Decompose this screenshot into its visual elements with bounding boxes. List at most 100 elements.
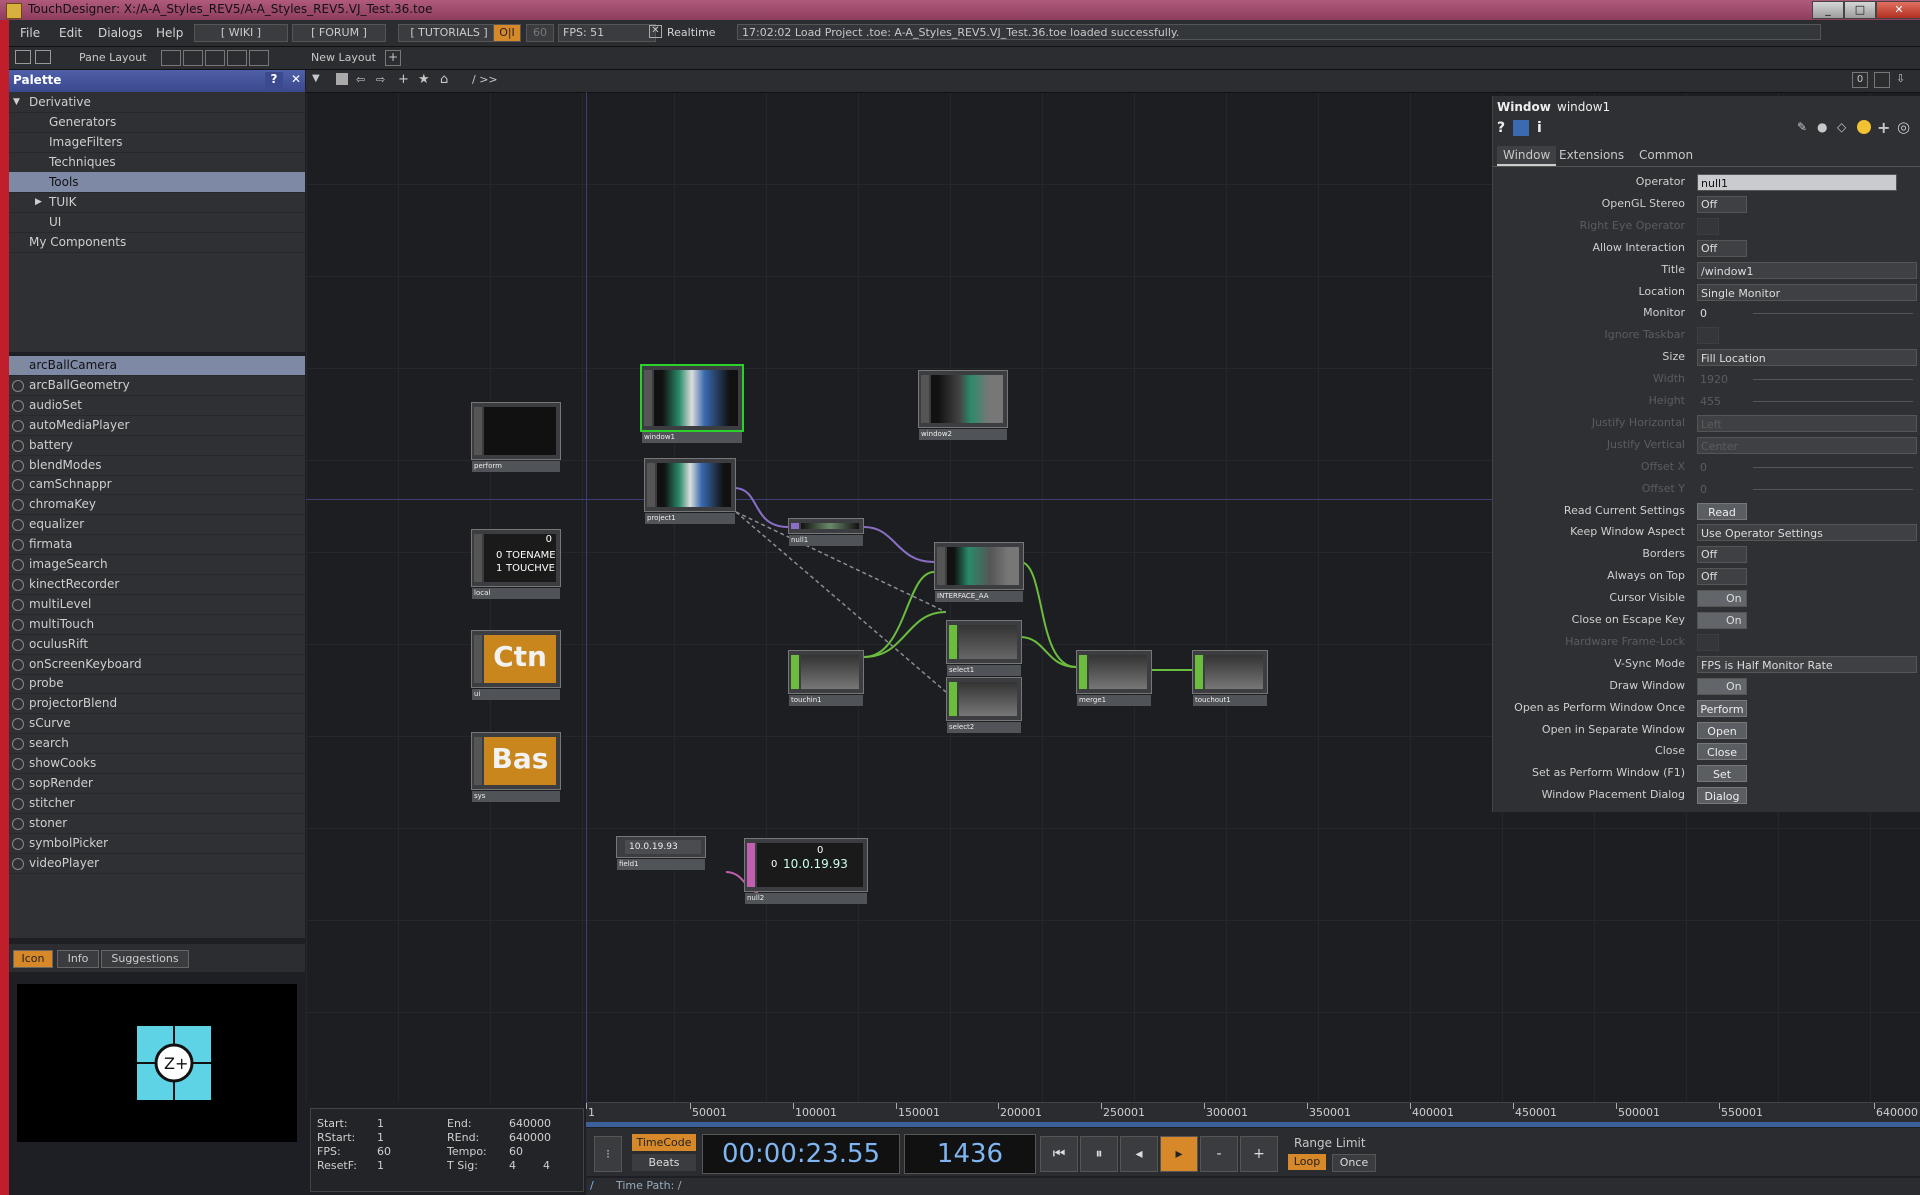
param-toggle[interactable]: On	[1697, 677, 1747, 695]
tab-window[interactable]: Window	[1497, 146, 1557, 166]
slider-track[interactable]	[1753, 401, 1913, 402]
param-toggle[interactable]: Off	[1697, 546, 1747, 564]
once-button[interactable]: Once	[1332, 1154, 1376, 1172]
param-menu[interactable]: Fill Location	[1697, 349, 1917, 367]
tree-item-generators[interactable]: Generators	[9, 112, 305, 133]
palette-item[interactable]: stoner	[9, 814, 305, 834]
menu-edit[interactable]: Edit	[59, 26, 82, 40]
palette-item[interactable]: oculusRift	[9, 635, 305, 655]
plus-icon[interactable]: +	[1240, 1136, 1278, 1172]
node-window1[interactable]: window1	[640, 364, 744, 443]
back-icon[interactable]: ⇦	[356, 73, 365, 86]
param-button[interactable]: Open	[1697, 721, 1747, 739]
param-button[interactable]: Dialog	[1697, 787, 1747, 805]
star-icon[interactable]: ★	[418, 72, 430, 87]
add-icon[interactable]: +	[398, 72, 409, 87]
palette-item[interactable]: probe	[9, 674, 305, 695]
network-path[interactable]: / >>	[472, 73, 498, 86]
layout-quad-icon[interactable]	[249, 50, 269, 66]
timecode-display[interactable]: 00:00:23.55	[702, 1134, 900, 1174]
param-menu[interactable]: Single Monitor	[1697, 283, 1917, 301]
layout-split-h-icon[interactable]	[205, 50, 225, 66]
pencil-icon[interactable]: ✎	[1797, 120, 1807, 134]
param-button[interactable]: Close	[1697, 743, 1747, 761]
minus-icon[interactable]: -	[1200, 1136, 1238, 1172]
param-slider-value[interactable]: 0	[1697, 305, 1747, 322]
python-help-icon[interactable]	[1513, 120, 1529, 136]
minimize-button[interactable]: _	[1812, 1, 1844, 19]
beats-mode-button[interactable]: Beats	[632, 1154, 696, 1171]
palette-item[interactable]: projectorBlend	[9, 694, 305, 715]
add-layout-icon[interactable]: +	[385, 50, 401, 66]
help-icon[interactable]: ?	[1497, 120, 1505, 136]
palette-item[interactable]: kinectRecorder	[9, 575, 305, 595]
palette-item[interactable]: imageSearch	[9, 555, 305, 575]
maximize-pane-icon[interactable]	[1874, 72, 1890, 88]
param-button[interactable]: Perform	[1697, 699, 1747, 717]
param-toggle[interactable]: Off	[1697, 195, 1747, 213]
palette-item[interactable]: showCooks	[9, 754, 305, 774]
layout-triple-icon[interactable]	[227, 50, 247, 66]
node-interface[interactable]: INTERFACE_AA	[934, 542, 1024, 602]
tree-item-imagefilters[interactable]: ImageFilters	[9, 132, 305, 153]
palette-item[interactable]: arcBallGeometry	[9, 376, 305, 396]
target-icon[interactable]: ◎	[1897, 118, 1910, 136]
palette-item[interactable]: blendModes	[9, 456, 305, 476]
param-op-name[interactable]: window1	[1557, 100, 1610, 114]
param-button[interactable]: Set	[1697, 765, 1747, 783]
oi-toggle[interactable]: O|I	[493, 24, 521, 42]
node-project1[interactable]: project1	[644, 458, 736, 524]
palette-item[interactable]: chromaKey	[9, 495, 305, 516]
palette-item[interactable]: symbolPicker	[9, 834, 305, 854]
palette-item[interactable]: videoPlayer	[9, 854, 305, 874]
param-menu[interactable]: Use Operator Settings	[1697, 524, 1917, 542]
param-menu[interactable]: FPS is Half Monitor Rate	[1697, 655, 1917, 673]
palette-item[interactable]: onScreenKeyboard	[9, 655, 305, 675]
dropdown-icon[interactable]: ▼	[312, 73, 320, 84]
node-select1[interactable]: select1	[946, 620, 1022, 676]
tab-extensions[interactable]: Extensions	[1559, 148, 1624, 162]
param-toggle[interactable]: Off	[1697, 568, 1747, 586]
tree-item-tools[interactable]: Tools	[9, 172, 305, 193]
help-icon[interactable]: ?	[265, 72, 283, 90]
layout-split-v-icon[interactable]	[183, 50, 203, 66]
node-local[interactable]: 0 0 TOENAME 1 TOUCHVE local	[471, 529, 561, 599]
node-select2[interactable]: select2	[946, 677, 1022, 733]
node-null1[interactable]: null1	[788, 518, 864, 546]
info-icon[interactable]: i	[1537, 120, 1542, 136]
timeline-options-icon[interactable]: ⁝	[594, 1136, 622, 1172]
pane-icon[interactable]	[15, 50, 31, 64]
timeline-ruler[interactable]: 1 50001 100001 150001 200001 250001 300001 3500…	[586, 1102, 1920, 1123]
export-icon[interactable]: ⇩	[1896, 72, 1905, 85]
menu-help[interactable]: Help	[156, 26, 183, 40]
param-toggle[interactable]: Off	[1697, 239, 1747, 257]
stop-icon[interactable]	[336, 73, 348, 85]
palette-item[interactable]: audioSet	[9, 396, 305, 416]
timecode-mode-button[interactable]: TimeCode	[632, 1134, 696, 1151]
pause-icon[interactable]: ⏸	[1080, 1136, 1118, 1172]
rewind-icon[interactable]: ⏮	[1040, 1136, 1078, 1172]
tree-item-my-components[interactable]: My Components	[9, 232, 305, 253]
play-icon[interactable]: ▸	[1160, 1136, 1198, 1172]
home-icon[interactable]: ⌂	[440, 72, 448, 87]
slider-track[interactable]	[1753, 466, 1913, 468]
palette-item[interactable]: multiLevel	[9, 595, 305, 615]
menu-file[interactable]: File	[20, 26, 40, 40]
node-null2[interactable]: 0 0 10.0.19.93 null2	[744, 838, 868, 904]
slider-track[interactable]	[1753, 313, 1913, 315]
slider-track[interactable]	[1753, 379, 1913, 381]
node-window2[interactable]: window2	[918, 370, 1008, 440]
close-window-button[interactable]: ✕	[1876, 1, 1920, 19]
palette-item[interactable]: search	[9, 734, 305, 755]
node-sys[interactable]: Bas sys	[471, 732, 561, 802]
plus-icon[interactable]: +	[1877, 118, 1890, 137]
forum-button[interactable]: [ FORUM ]	[292, 24, 386, 42]
tree-item-derivative[interactable]: ▼ Derivative	[9, 92, 305, 113]
node-field1[interactable]: 10.0.19.93 field1	[616, 836, 706, 870]
node-ui[interactable]: Ctn ui	[471, 630, 561, 700]
maximize-button[interactable]: □	[1844, 1, 1876, 19]
loop-button[interactable]: Loop	[1288, 1154, 1326, 1170]
palette-item[interactable]: battery	[9, 436, 305, 456]
palette-item[interactable]: sCurve	[9, 714, 305, 735]
ship-icon[interactable]	[35, 50, 51, 64]
